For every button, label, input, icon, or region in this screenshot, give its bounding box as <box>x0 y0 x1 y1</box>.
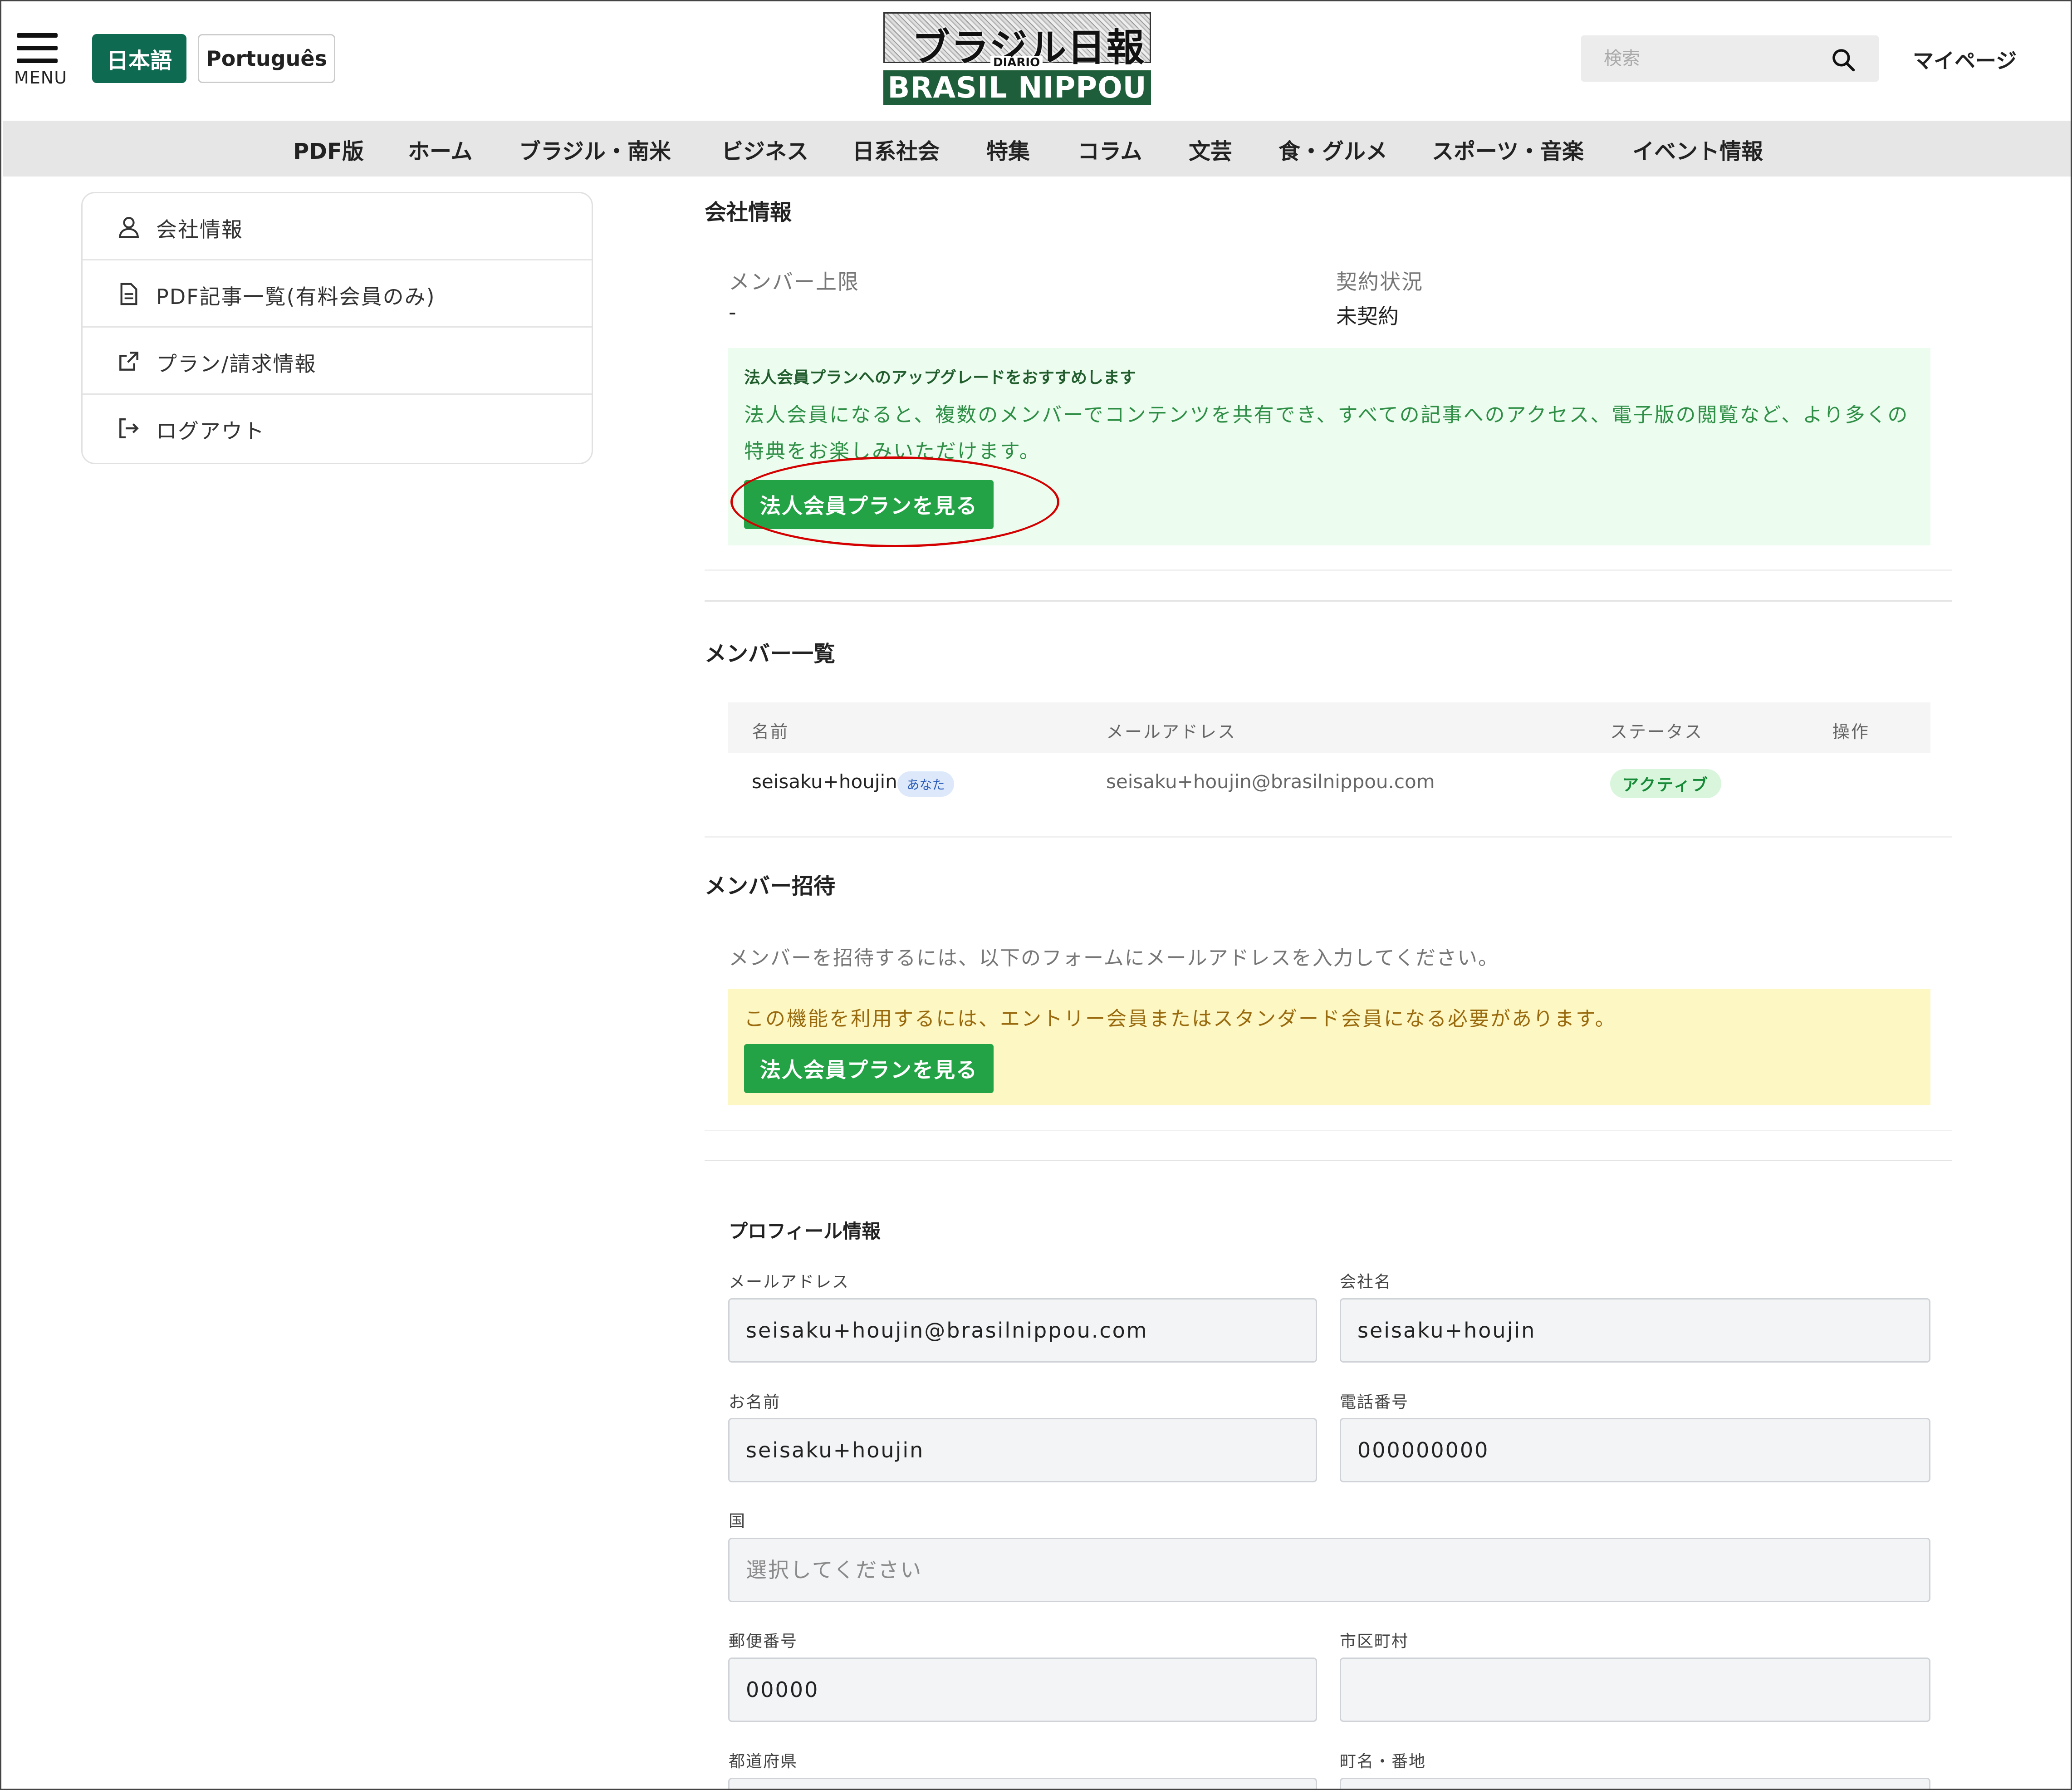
address-label: 町名・番地 <box>1340 1752 1426 1771</box>
search-box <box>1581 35 1879 82</box>
member-limit-label: メンバー上限 <box>729 270 859 294</box>
city-label: 市区町村 <box>1340 1632 1409 1651</box>
invite-restriction-text: この機能を利用するには、エントリー会員またはスタンダード会員になる必要があります… <box>744 1007 1616 1030</box>
divider <box>705 600 1952 602</box>
invite-description: メンバーを招待するには、以下のフォームにメールアドレスを入力してください。 <box>729 946 1499 970</box>
upgrade-notice-text: 法人会員になると、複数のメンバーでコンテンツを共有でき、すべての記事へのアクセス… <box>744 403 1909 463</box>
page: MENU 日本語 Português ブラジル日報 DIÁRIO BRASIL … <box>0 0 2072 1790</box>
view-corporate-plan-button[interactable]: 法人会員プランを見る <box>744 480 994 529</box>
postal-code-field[interactable] <box>730 1659 1316 1721</box>
status-badge: アクティブ <box>1610 769 1721 798</box>
member-list-title: メンバー一覧 <box>705 641 836 667</box>
country-select[interactable] <box>730 1539 1929 1601</box>
logout-icon <box>119 418 139 439</box>
sidebar-item-label: PDF記事一覧(有料会員のみ) <box>156 284 436 309</box>
prefecture-field-box[interactable] <box>728 1778 1317 1789</box>
postal-code-label: 郵便番号 <box>729 1632 798 1651</box>
nav-item-feature[interactable]: 特集 <box>986 133 1030 165</box>
main-nav: PDF版 ホーム ブラジル・南米 ビジネス 日系社会 特集 コラム 文芸 食・グ… <box>3 121 2071 177</box>
member-name: seisaku+houjin <box>752 770 897 793</box>
hamburger-icon-bar <box>17 46 58 50</box>
contract-status-value: 未契約 <box>1336 304 1399 329</box>
divider <box>705 1160 1952 1161</box>
language-portuguese-button[interactable]: Português <box>198 34 335 83</box>
divider <box>705 569 1952 571</box>
prefecture-label: 都道府県 <box>729 1752 798 1771</box>
search-input[interactable] <box>1581 35 1826 82</box>
nav-item-brazil[interactable]: ブラジル・南米 <box>519 133 671 165</box>
sidebar-item-label: ログアウト <box>156 419 265 443</box>
country-select-box <box>728 1538 1930 1602</box>
nav-item-literature[interactable]: 文芸 <box>1189 133 1232 165</box>
menu-button[interactable]: MENU <box>13 28 67 88</box>
logo-diario-text: DIÁRIO <box>990 56 1043 69</box>
sidebar-item-label: プラン/請求情報 <box>156 352 317 376</box>
company-section-title: 会社情報 <box>705 200 792 225</box>
phone-field-box <box>1340 1418 1930 1482</box>
city-field-box <box>1340 1658 1930 1722</box>
name-label: お名前 <box>729 1393 781 1412</box>
account-sidebar: 会社情報 PDF記事一覧(有料会員のみ) プラン/請求情報 ログアウト <box>81 192 593 464</box>
divider <box>705 1130 1952 1131</box>
company-name-field-box <box>1340 1298 1930 1363</box>
nav-item-events[interactable]: イベント情報 <box>1632 133 1763 165</box>
nav-item-home[interactable]: ホーム <box>408 133 473 165</box>
contract-status-label: 契約状況 <box>1336 270 1423 294</box>
phone-label: 電話番号 <box>1340 1393 1409 1412</box>
nav-item-nikkei[interactable]: 日系社会 <box>852 133 940 165</box>
nav-item-gourmet[interactable]: 食・グルメ <box>1278 133 1387 165</box>
site-logo[interactable]: ブラジル日報 DIÁRIO BRASIL NIPPOU <box>883 12 1151 105</box>
search-icon[interactable] <box>1831 47 1856 73</box>
postal-code-field-box <box>728 1658 1317 1722</box>
language-japanese-button[interactable]: 日本語 <box>92 34 186 83</box>
column-header-status: ステータス <box>1610 722 1704 742</box>
email-field[interactable] <box>730 1300 1316 1361</box>
column-header-actions: 操作 <box>1832 722 1870 742</box>
nav-item-sports[interactable]: スポーツ・音楽 <box>1432 133 1584 165</box>
user-icon <box>118 217 139 238</box>
country-label: 国 <box>729 1512 746 1530</box>
sidebar-item-label: 会社情報 <box>156 217 243 242</box>
sidebar-item-pdf-articles[interactable]: PDF記事一覧(有料会員のみ) <box>83 260 592 328</box>
view-corporate-plan-button-2[interactable]: 法人会員プランを見る <box>744 1044 994 1093</box>
member-table-header: 名前 メールアドレス ステータス 操作 <box>728 702 1930 753</box>
company-name-label: 会社名 <box>1340 1273 1392 1291</box>
you-badge: あなた <box>897 771 954 797</box>
email-label: メールアドレス <box>729 1273 850 1291</box>
member-limit-value: - <box>729 300 736 324</box>
hamburger-icon <box>17 33 58 38</box>
hamburger-icon-bar <box>17 59 58 63</box>
nav-item-column[interactable]: コラム <box>1078 133 1142 165</box>
city-field[interactable] <box>1341 1659 1929 1721</box>
address-field-box[interactable] <box>1340 1778 1930 1789</box>
member-invite-title: メンバー招待 <box>705 873 836 899</box>
member-email: seisaku+houjin@brasilnippou.com <box>1106 770 1435 793</box>
upgrade-notice-heading: 法人会員プランへのアップグレードをおすすめします <box>744 368 1136 387</box>
nav-item-business[interactable]: ビジネス <box>721 133 808 165</box>
column-header-name: 名前 <box>752 722 789 742</box>
divider <box>705 836 1952 838</box>
phone-field[interactable] <box>1341 1419 1929 1481</box>
logo-english-text: BRASIL NIPPOU <box>883 70 1151 105</box>
nav-item-pdf[interactable]: PDF版 <box>293 133 364 165</box>
name-field-box <box>728 1418 1317 1482</box>
mypage-link[interactable]: マイページ <box>1913 44 2017 74</box>
name-field[interactable] <box>730 1419 1316 1481</box>
document-icon <box>120 283 137 305</box>
company-name-field[interactable] <box>1341 1300 1929 1361</box>
profile-section-title: プロフィール情報 <box>729 1220 881 1242</box>
email-field-box <box>728 1298 1317 1363</box>
external-link-icon <box>119 352 138 371</box>
column-header-email: メールアドレス <box>1106 722 1237 742</box>
sidebar-item-plan-billing[interactable]: プラン/請求情報 <box>83 328 592 395</box>
sidebar-item-company[interactable]: 会社情報 <box>83 193 592 260</box>
sidebar-item-logout[interactable]: ログアウト <box>83 395 592 462</box>
menu-label: MENU <box>14 68 68 88</box>
